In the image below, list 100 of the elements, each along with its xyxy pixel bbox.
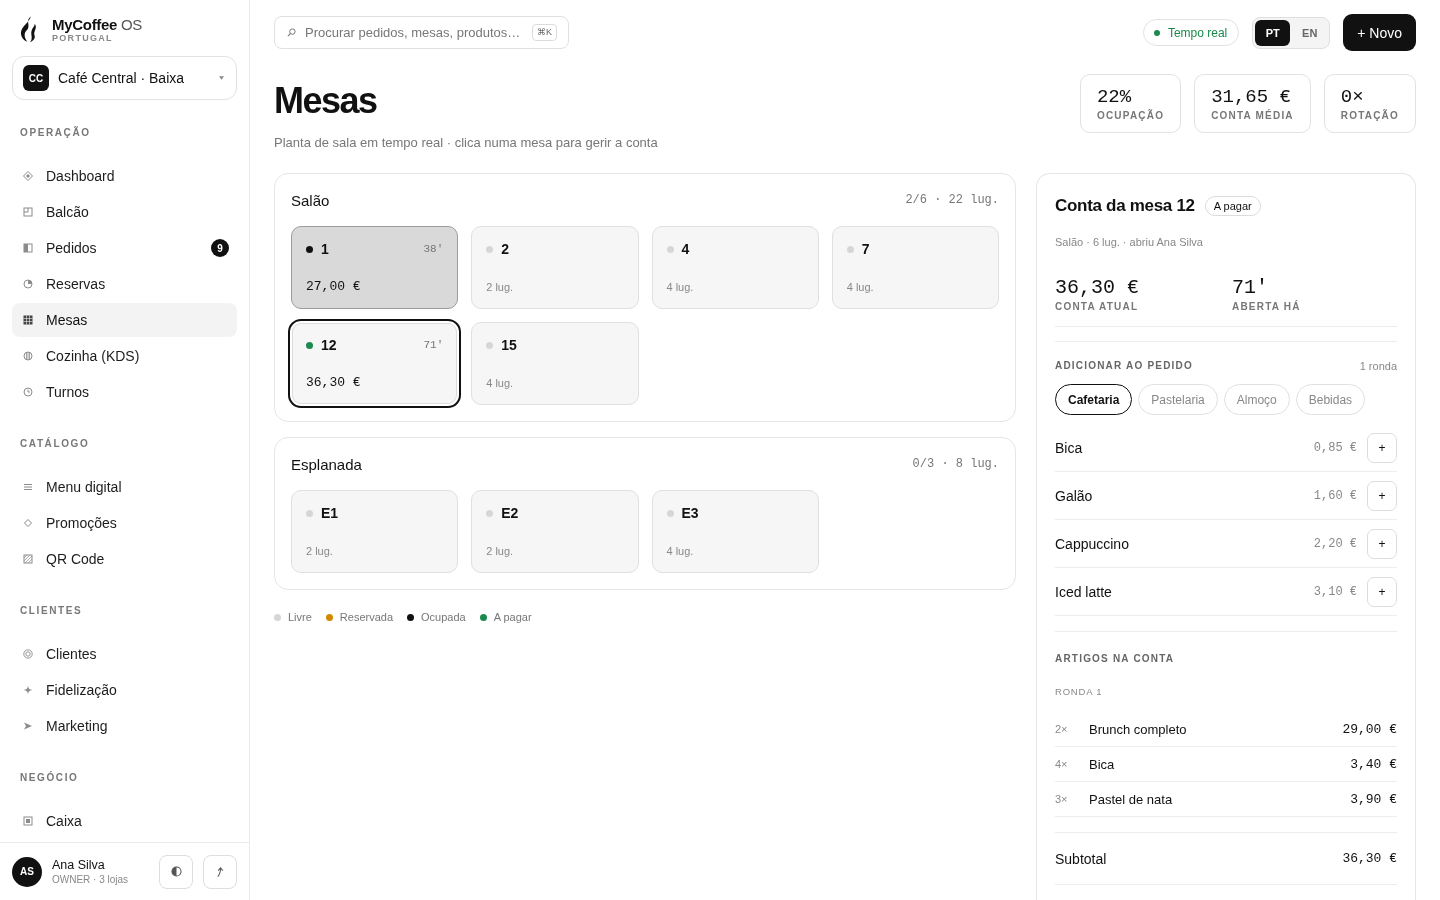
diamond-outline-icon — [23, 518, 33, 528]
nav-item[interactable]: Marketing — [12, 709, 237, 743]
legend-label: Ocupada — [421, 611, 466, 624]
diamond-icon — [23, 171, 33, 181]
table-number: 15 — [501, 337, 517, 353]
nav-item[interactable]: Clientes — [12, 637, 237, 671]
product-price: 0,85 € — [1313, 441, 1357, 455]
caret-icon — [219, 76, 224, 80]
round-title: RONDA 1 — [1055, 686, 1104, 698]
nav-item[interactable]: Dashboard — [12, 159, 237, 193]
section-title: CATÁLOGO — [19, 438, 91, 450]
category-chip[interactable]: Almoço — [1223, 384, 1290, 415]
product-price: 1,60 € — [1313, 489, 1357, 503]
table-card[interactable]: E3 4 lug. — [651, 490, 819, 573]
round-count: 1 ronda — [1359, 360, 1397, 372]
table-card[interactable]: 7 4 lug. — [831, 226, 999, 309]
half-square-icon — [23, 243, 33, 253]
table-card[interactable]: E2 2 lug. — [471, 490, 639, 573]
table-card[interactable]: 12 71′ 36,30 € — [288, 319, 462, 408]
bill-amount: 36,30 € — [306, 375, 362, 391]
clock-icon — [23, 387, 33, 397]
table-number: 1 — [321, 241, 329, 257]
nav-item[interactable]: Caixa — [12, 804, 237, 838]
table-number: 2 — [501, 241, 510, 257]
nav-item[interactable]: Reservas — [12, 267, 237, 301]
nav-item[interactable]: Pedidos 9 — [12, 231, 237, 265]
stat-value: 31,65 € — [1211, 86, 1292, 108]
striped-circle-icon — [23, 351, 33, 361]
seat-count: 2 lug. — [486, 280, 515, 295]
nav-item[interactable]: QR Code — [12, 542, 237, 576]
area-title: Salão — [291, 191, 330, 209]
table-card[interactable]: 4 4 lug. — [651, 226, 819, 309]
section-title: CLIENTES — [19, 605, 84, 617]
table-number: 4 — [681, 241, 690, 257]
contrast-button[interactable] — [159, 854, 193, 889]
product-name: Cappuccino — [1055, 536, 1130, 552]
stat-label: ABERTA HÁ — [1232, 301, 1302, 313]
area-title: Esplanada — [291, 455, 362, 473]
nav-item[interactable]: Mesas — [12, 303, 237, 337]
add-button[interactable]: + — [1367, 529, 1397, 559]
item-quantity: 4× — [1055, 758, 1069, 770]
concentric-circles-icon — [23, 649, 33, 659]
category-chip[interactable]: Pastelaria — [1138, 384, 1218, 415]
store-selector[interactable]: CC Café Central · Baixa — [12, 56, 237, 100]
stat-value: 71′ — [1232, 276, 1269, 300]
page-subtitle: Planta de sala em tempo real · clica numa mesa para gerir a conta — [274, 134, 658, 151]
subtotal-value: 36,30 € — [1342, 851, 1397, 866]
nav-item[interactable]: Turnos — [12, 375, 237, 409]
seat-count: 4 lug. — [666, 280, 695, 295]
item-quantity: 2× — [1055, 723, 1069, 735]
category-chip[interactable]: Cafetaria — [1055, 384, 1133, 415]
area-summary: 2/6 · 22 lug. — [905, 193, 999, 207]
add-button[interactable]: + — [1367, 433, 1397, 463]
stat-value: 36,30 € — [1055, 276, 1140, 300]
user-avatar: AS — [12, 856, 42, 887]
store-name: Café Central · Baixa — [58, 70, 186, 86]
language-tab[interactable]: EN — [1292, 19, 1328, 46]
table-card[interactable]: 15 4 lug. — [471, 322, 639, 405]
add-button[interactable]: + — [1367, 481, 1397, 511]
section-title: ADICIONAR AO PEDIDO — [1055, 360, 1193, 372]
sparkle-icon — [23, 685, 33, 695]
nav-item[interactable]: Promoções — [12, 506, 237, 540]
table-number: 12 — [321, 337, 337, 353]
status-dot-icon — [1153, 29, 1160, 36]
seat-count: 2 lug. — [486, 544, 515, 559]
language-tab[interactable]: PT — [1255, 19, 1291, 46]
table-card[interactable]: E1 2 lug. — [291, 490, 459, 573]
section-title: OPERAÇÃO — [19, 127, 92, 139]
stat-label: CONTA MÉDIA — [1211, 110, 1294, 122]
bill-meta: Salão · 6 lug. · abriu Ana Silva — [1055, 235, 1204, 249]
table-number: E3 — [681, 505, 699, 521]
legend-label: Livre — [288, 611, 312, 624]
new-button[interactable]: + Novo — [1343, 14, 1416, 51]
menu-icon — [23, 482, 33, 492]
item-name: Brunch completo — [1089, 721, 1188, 737]
brand-region: PORTUGAL — [52, 32, 113, 43]
nav-item[interactable]: Fidelização — [12, 673, 237, 707]
item-price: 3,90 € — [1350, 791, 1397, 807]
product-name: Galão — [1055, 488, 1094, 504]
item-quantity: 3× — [1055, 793, 1069, 805]
product-name: Bica — [1055, 440, 1084, 456]
nav-item[interactable]: Menu digital — [12, 470, 237, 504]
seat-count: 4 lug. — [486, 376, 515, 391]
table-card[interactable]: 2 2 lug. — [471, 226, 639, 309]
seat-count: 4 lug. — [666, 544, 695, 559]
area-summary: 0/3 · 8 lug. — [912, 457, 999, 471]
table-card[interactable]: 1 38′ 27,00 € — [291, 226, 459, 309]
add-button[interactable]: + — [1367, 577, 1397, 607]
legend-label: Reservada — [339, 611, 394, 624]
brand-name: MyCoffee OS — [52, 15, 143, 33]
half-circle-icon — [170, 866, 182, 877]
category-chip[interactable]: Bebidas — [1295, 384, 1366, 415]
section-title: ARTIGOS NA CONTA — [1055, 653, 1176, 665]
elapsed-time: 71′ — [423, 339, 444, 351]
stat-value: 22% — [1096, 86, 1133, 108]
nav-item[interactable]: Balcão — [12, 195, 237, 229]
table-number: E2 — [501, 505, 519, 521]
user-role: OWNER · 3 lojas — [52, 872, 130, 886]
nav-item[interactable]: Cozinha (KDS) — [12, 339, 237, 373]
arrowhead-icon — [23, 721, 33, 731]
